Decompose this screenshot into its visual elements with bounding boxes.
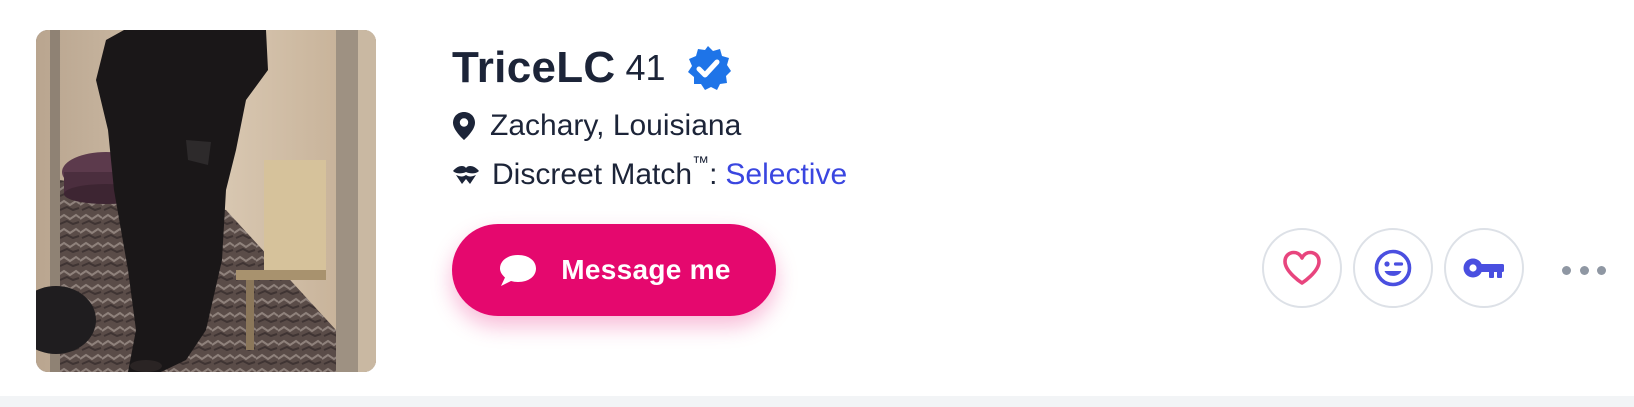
profile-username[interactable]: TriceLC xyxy=(452,43,616,93)
message-me-button[interactable]: Message me xyxy=(452,224,776,316)
profile-header: TriceLC 41 xyxy=(452,36,732,100)
more-dots-icon xyxy=(1562,265,1571,275)
more-dots-icon xyxy=(1597,265,1606,275)
discreet-match-label: Discreet Match xyxy=(492,158,693,191)
like-button[interactable] xyxy=(1262,228,1342,308)
message-me-label: Message me xyxy=(561,254,731,285)
more-options-button[interactable] xyxy=(1562,258,1606,282)
profile-location: Zachary, Louisiana xyxy=(452,106,741,146)
discreet-match-row: Discreet Match ™ : Selective xyxy=(452,153,847,197)
trademark-symbol: ™ xyxy=(692,153,710,172)
profile-age: 41 xyxy=(625,47,666,88)
profile-photo[interactable] xyxy=(36,30,376,372)
discreet-match-colon: : xyxy=(709,158,718,191)
verified-badge-icon xyxy=(684,44,732,92)
location-text: Zachary, Louisiana xyxy=(490,109,742,142)
location-pin-icon xyxy=(452,111,476,141)
wink-icon xyxy=(1374,249,1412,287)
wink-button[interactable] xyxy=(1353,228,1433,308)
discreet-match-value-link[interactable]: Selective xyxy=(725,158,847,192)
chat-bubble-icon xyxy=(497,252,539,288)
more-dots-icon xyxy=(1579,265,1589,275)
page-divider xyxy=(0,396,1634,407)
profile-photo-image xyxy=(36,30,376,372)
key-icon xyxy=(1463,258,1504,278)
key-button[interactable] xyxy=(1444,228,1524,308)
heart-icon xyxy=(1283,250,1321,285)
discreet-match-icon xyxy=(452,164,480,186)
